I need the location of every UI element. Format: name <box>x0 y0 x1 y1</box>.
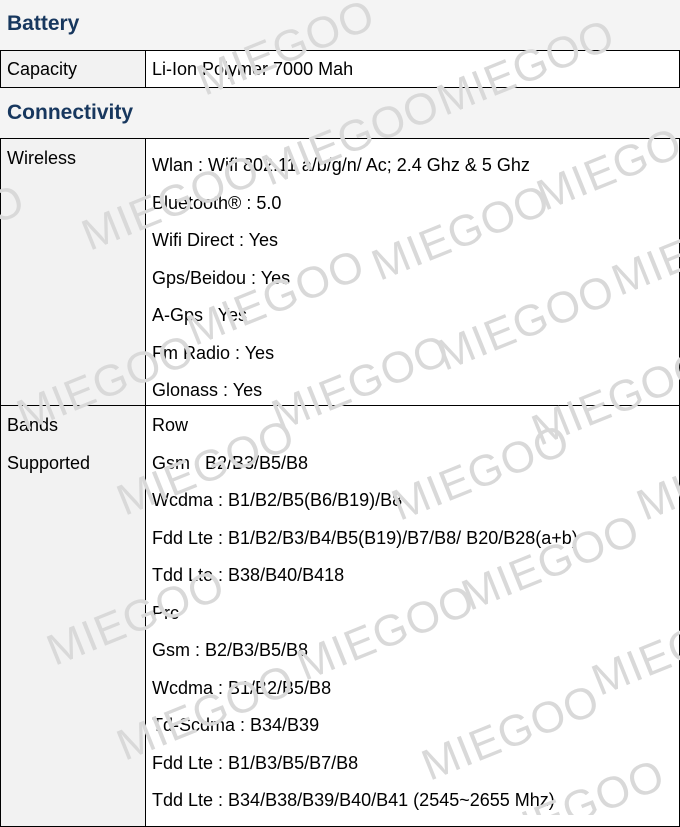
capacity-value-cell: Li-Ion Polymer 7000 Mah <box>145 50 680 88</box>
list-item: Wifi Direct : Yes <box>152 230 279 250</box>
list-item: Gsm : B2/B3/B5/B8 <box>152 452 309 473</box>
bands-label-cell: Bands Supported <box>0 405 146 827</box>
battery-table: Capacity Li-Ion Polymer 7000 Mah <box>0 50 680 88</box>
capacity-value: Li-Ion Polymer 7000 Mah <box>152 59 354 79</box>
list-item: Gsm : B2/B3/B5/B8 <box>152 640 309 660</box>
battery-section-header: Battery <box>0 0 680 50</box>
list-item: Wcdma : B1/B2/B5/B8 <box>152 677 332 698</box>
list-item: Td-Scdma : B34/B39 <box>152 715 320 735</box>
connectivity-section-header: Connectivity <box>0 88 680 138</box>
wireless-label: Wireless <box>7 148 77 168</box>
list-item: Gps/Beidou : Yes <box>152 267 291 288</box>
wireless-label-cell: Wireless <box>0 138 146 406</box>
wireless-value-cell: Wlan : Wifi 802.11 a/b/g/n/ Ac; 2.4 Ghz … <box>145 138 680 406</box>
battery-section-title: Battery <box>7 12 80 35</box>
bands-label-line: Bands <box>7 415 59 435</box>
list-item: Tdd Lte : B34/B38/B39/B40/B41 (2545~2655… <box>152 790 555 810</box>
list-item: Wcdma : B1/B2/B5(B6/B19)/B8 <box>152 490 403 510</box>
list-item: Fdd Lte : B1/B3/B5/B7/B8 <box>152 752 359 773</box>
list-item: Wlan : Wifi 802.11 a/b/g/n/ Ac; 2.4 Ghz … <box>152 155 530 175</box>
table-row: Wireless Wlan : Wifi 802.11 a/b/g/n/ Ac;… <box>0 138 680 406</box>
list-item: Fm Radio : Yes <box>152 342 275 363</box>
bands-label-line: Supported <box>7 452 91 473</box>
table-row: Capacity Li-Ion Polymer 7000 Mah <box>0 50 680 88</box>
capacity-label-cell: Capacity <box>0 50 146 88</box>
connectivity-table: Wireless Wlan : Wifi 802.11 a/b/g/n/ Ac;… <box>0 138 680 827</box>
list-item: Fdd Lte : B1/B2/B3/B4/B5(B19)/B7/B8/ B20… <box>152 527 578 548</box>
bands-value-cell: Row Gsm : B2/B3/B5/B8 Wcdma : B1/B2/B5(B… <box>145 405 680 827</box>
connectivity-section-title: Connectivity <box>7 101 134 124</box>
table-row: Bands Supported Row Gsm : B2/B3/B5/B8 Wc… <box>0 405 680 827</box>
list-item: A-Gps : Yes <box>152 305 248 325</box>
list-item: Glonass : Yes <box>152 380 263 400</box>
list-item: Bluetooth® : 5.0 <box>152 192 282 213</box>
list-item: Tdd Lte : B38/B40/B418 <box>152 565 345 585</box>
list-item: Row <box>152 415 189 435</box>
capacity-label: Capacity <box>7 59 78 79</box>
list-item: Prc <box>152 602 179 623</box>
